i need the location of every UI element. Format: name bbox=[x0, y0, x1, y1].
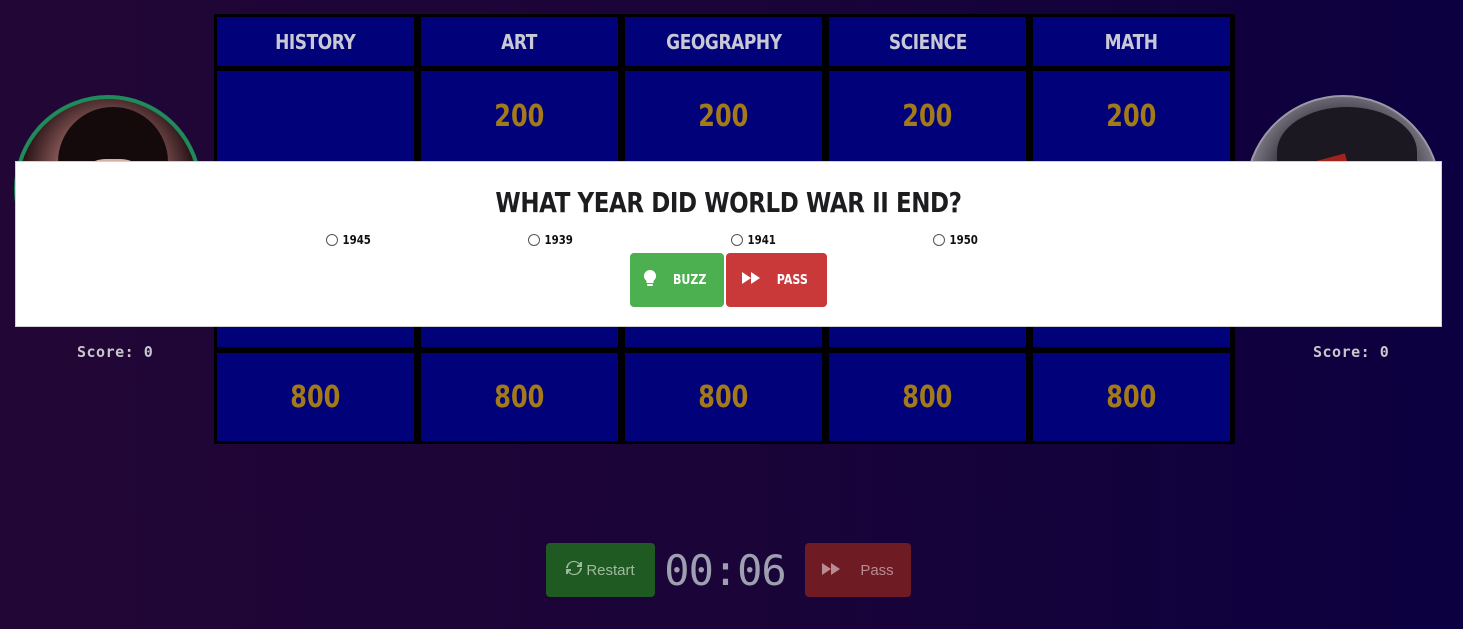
tile-math-200[interactable]: 200 bbox=[1033, 71, 1230, 161]
tile-science-800[interactable]: 800 bbox=[829, 353, 1026, 441]
restart-button[interactable]: Restart bbox=[546, 543, 655, 597]
refresh-icon bbox=[566, 560, 583, 580]
lightbulb-icon bbox=[644, 269, 657, 290]
radio-button[interactable] bbox=[731, 234, 743, 246]
question-text: WHAT YEAR DID WORLD WAR II END? bbox=[495, 186, 962, 219]
category-math: MATH bbox=[1033, 17, 1230, 66]
option-1945[interactable]: 1945 bbox=[326, 233, 373, 247]
tile-history-800[interactable]: 800 bbox=[217, 353, 414, 441]
player-left-score: Score: 0 bbox=[77, 343, 154, 361]
pass-button[interactable]: PASS bbox=[726, 253, 827, 307]
category-science: SCIENCE bbox=[829, 17, 1026, 66]
option-1941[interactable]: 1941 bbox=[731, 233, 778, 247]
pass-button-bottom[interactable]: Pass bbox=[805, 543, 911, 597]
option-1950[interactable]: 1950 bbox=[933, 233, 980, 247]
buzz-button[interactable]: BUZZ bbox=[630, 253, 724, 307]
fast-forward-icon bbox=[742, 272, 761, 288]
question-modal: WHAT YEAR DID WORLD WAR II END? 1945 193… bbox=[15, 161, 1442, 327]
category-history: HISTORY bbox=[217, 17, 414, 66]
option-1939[interactable]: 1939 bbox=[528, 233, 575, 247]
radio-button[interactable] bbox=[326, 234, 338, 246]
tile-geography-800[interactable]: 800 bbox=[625, 353, 822, 441]
tile-art-200[interactable]: 200 bbox=[421, 71, 618, 161]
tile-science-200[interactable]: 200 bbox=[829, 71, 1026, 161]
category-geography: GEOGRAPHY bbox=[625, 17, 822, 66]
countdown-timer: 00:06 bbox=[664, 545, 786, 595]
radio-button[interactable] bbox=[933, 234, 945, 246]
tile-history-200 bbox=[217, 71, 414, 161]
fast-forward-icon bbox=[822, 562, 841, 579]
tile-math-800[interactable]: 800 bbox=[1033, 353, 1230, 441]
radio-button[interactable] bbox=[528, 234, 540, 246]
player-right-score: Score: 0 bbox=[1313, 343, 1390, 361]
tile-art-800[interactable]: 800 bbox=[421, 353, 618, 441]
tile-geography-200[interactable]: 200 bbox=[625, 71, 822, 161]
category-art: ART bbox=[421, 17, 618, 66]
